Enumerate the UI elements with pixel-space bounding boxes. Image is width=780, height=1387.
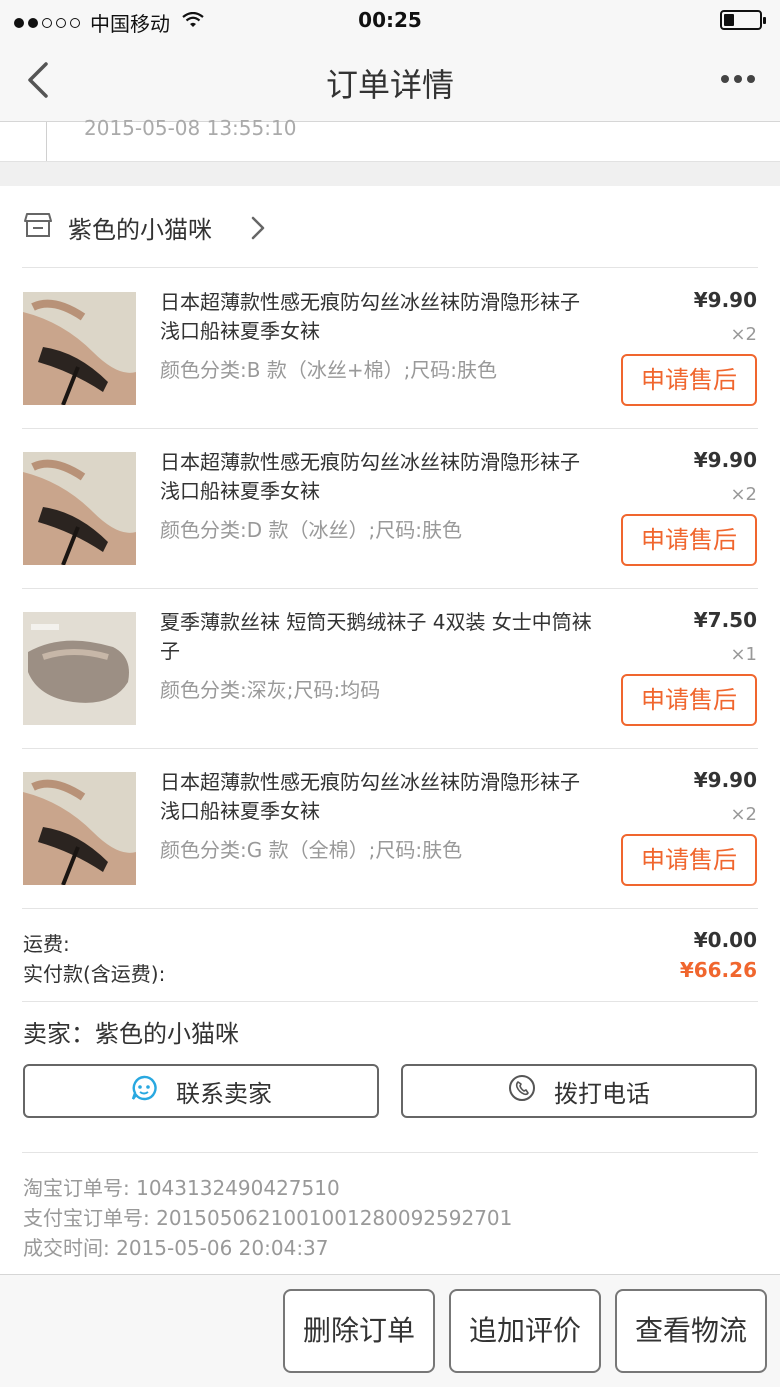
product-price: ¥9.90 xyxy=(693,288,757,312)
shop-header[interactable]: 紫色的小猫咪 xyxy=(0,186,780,268)
product-price: ¥7.50 xyxy=(693,608,757,632)
page-title: 订单详情 xyxy=(325,66,454,104)
chat-icon xyxy=(130,1074,158,1108)
logistics-timestamp: 2015-05-08 13:55:10 xyxy=(84,116,297,140)
alipay-order-number: 支付宝订单号: 2015050621001001280092592701 xyxy=(23,1206,513,1230)
total-paid-value: ¥66.26 xyxy=(679,958,757,982)
product-qty: ×1 xyxy=(730,644,757,665)
order-item[interactable]: 日本超薄款性感无痕防勾丝冰丝袜防滑隐形袜子 浅口船袜夏季女袜 颜色分类:G 款（… xyxy=(0,748,780,908)
seller-label: 卖家：紫色的小猫咪 xyxy=(23,1020,239,1048)
divider xyxy=(22,908,758,909)
call-seller-label: 拨打电话 xyxy=(554,1079,650,1108)
more-dot-icon xyxy=(747,75,755,83)
contact-seller-label: 联系卖家 xyxy=(176,1079,272,1108)
product-spec: 颜色分类:深灰;尺码:均码 xyxy=(160,678,381,702)
order-item[interactable]: 日本超薄款性感无痕防勾丝冰丝袜防滑隐形袜子 浅口船袜夏季女袜 颜色分类:B 款（… xyxy=(0,268,780,428)
shipping-fee-value: ¥0.00 xyxy=(693,928,757,952)
more-button[interactable] xyxy=(716,64,760,94)
product-name: 夏季薄款丝袜 短筒天鹅绒袜子 4双装 女士中筒袜子 xyxy=(160,610,592,663)
order-card: 紫色的小猫咪 日本超薄款性感无痕防勾丝冰丝袜防滑隐形袜子 浅口船袜夏季女袜 颜色… xyxy=(0,186,780,1274)
contact-seller-button[interactable]: 联系卖家 xyxy=(23,1064,379,1118)
product-price: ¥9.90 xyxy=(693,448,757,472)
view-logistics-button[interactable]: 查看物流 xyxy=(615,1289,767,1373)
more-dot-icon xyxy=(734,75,742,83)
battery-icon xyxy=(720,10,766,30)
product-spec: 颜色分类:D 款（冰丝）;尺码:肤色 xyxy=(160,518,462,542)
battery-level xyxy=(724,14,735,26)
status-bar: 中国移动 00:25 xyxy=(0,0,780,40)
divider xyxy=(22,1152,758,1153)
timeline-line xyxy=(46,122,47,161)
phone-icon xyxy=(508,1074,536,1108)
bottom-action-bar: 删除订单 追加评价 查看物流 xyxy=(0,1274,780,1387)
shipping-fee-label: 运费: xyxy=(23,932,70,956)
product-qty: ×2 xyxy=(730,804,757,825)
order-item[interactable]: 夏季薄款丝袜 短筒天鹅绒袜子 4双装 女士中筒袜子 颜色分类:深灰;尺码:均码 … xyxy=(0,588,780,748)
product-qty: ×2 xyxy=(730,484,757,505)
deal-time: 成交时间: 2015-05-06 20:04:37 xyxy=(23,1236,329,1260)
product-name: 日本超薄款性感无痕防勾丝冰丝袜防滑隐形袜子 浅口船袜夏季女袜 xyxy=(160,290,580,343)
product-image xyxy=(23,452,136,565)
total-paid-row: 实付款(含运费): ¥66.26 xyxy=(23,958,757,987)
logistics-section: 2015-05-08 13:55:10 xyxy=(0,116,780,162)
product-name: 日本超薄款性感无痕防勾丝冰丝袜防滑隐形袜子 浅口船袜夏季女袜 xyxy=(160,450,580,503)
shop-icon xyxy=(24,212,52,242)
after-sales-button[interactable]: 申请售后 xyxy=(621,354,757,406)
product-spec: 颜色分类:B 款（冰丝+棉）;尺码:肤色 xyxy=(160,358,498,382)
product-price: ¥9.90 xyxy=(693,768,757,792)
after-sales-button[interactable]: 申请售后 xyxy=(621,834,757,886)
status-time: 00:25 xyxy=(358,8,422,32)
product-image xyxy=(23,612,136,725)
more-dot-icon xyxy=(721,75,729,83)
nav-bar: 订单详情 xyxy=(0,40,780,122)
taobao-order-number: 淘宝订单号: 1043132490427510 xyxy=(23,1176,340,1200)
shop-name: 紫色的小猫咪 xyxy=(68,216,212,244)
chevron-right-icon xyxy=(250,216,266,244)
product-name: 日本超薄款性感无痕防勾丝冰丝袜防滑隐形袜子 浅口船袜夏季女袜 xyxy=(160,770,580,823)
product-image xyxy=(23,292,136,405)
delete-order-button[interactable]: 删除订单 xyxy=(283,1289,435,1373)
order-item[interactable]: 日本超薄款性感无痕防勾丝冰丝袜防滑隐形袜子 浅口船袜夏季女袜 颜色分类:D 款（… xyxy=(0,428,780,588)
add-review-button[interactable]: 追加评价 xyxy=(449,1289,601,1373)
product-image xyxy=(23,772,136,885)
after-sales-button[interactable]: 申请售后 xyxy=(621,514,757,566)
call-seller-button[interactable]: 拨打电话 xyxy=(401,1064,757,1118)
total-paid-label: 实付款(含运费): xyxy=(23,962,166,986)
after-sales-button[interactable]: 申请售后 xyxy=(621,674,757,726)
shipping-fee-row: 运费: ¥0.00 xyxy=(23,928,757,957)
product-qty: ×2 xyxy=(730,324,757,345)
divider xyxy=(22,1001,758,1002)
product-spec: 颜色分类:G 款（全棉）;尺码:肤色 xyxy=(160,838,463,862)
